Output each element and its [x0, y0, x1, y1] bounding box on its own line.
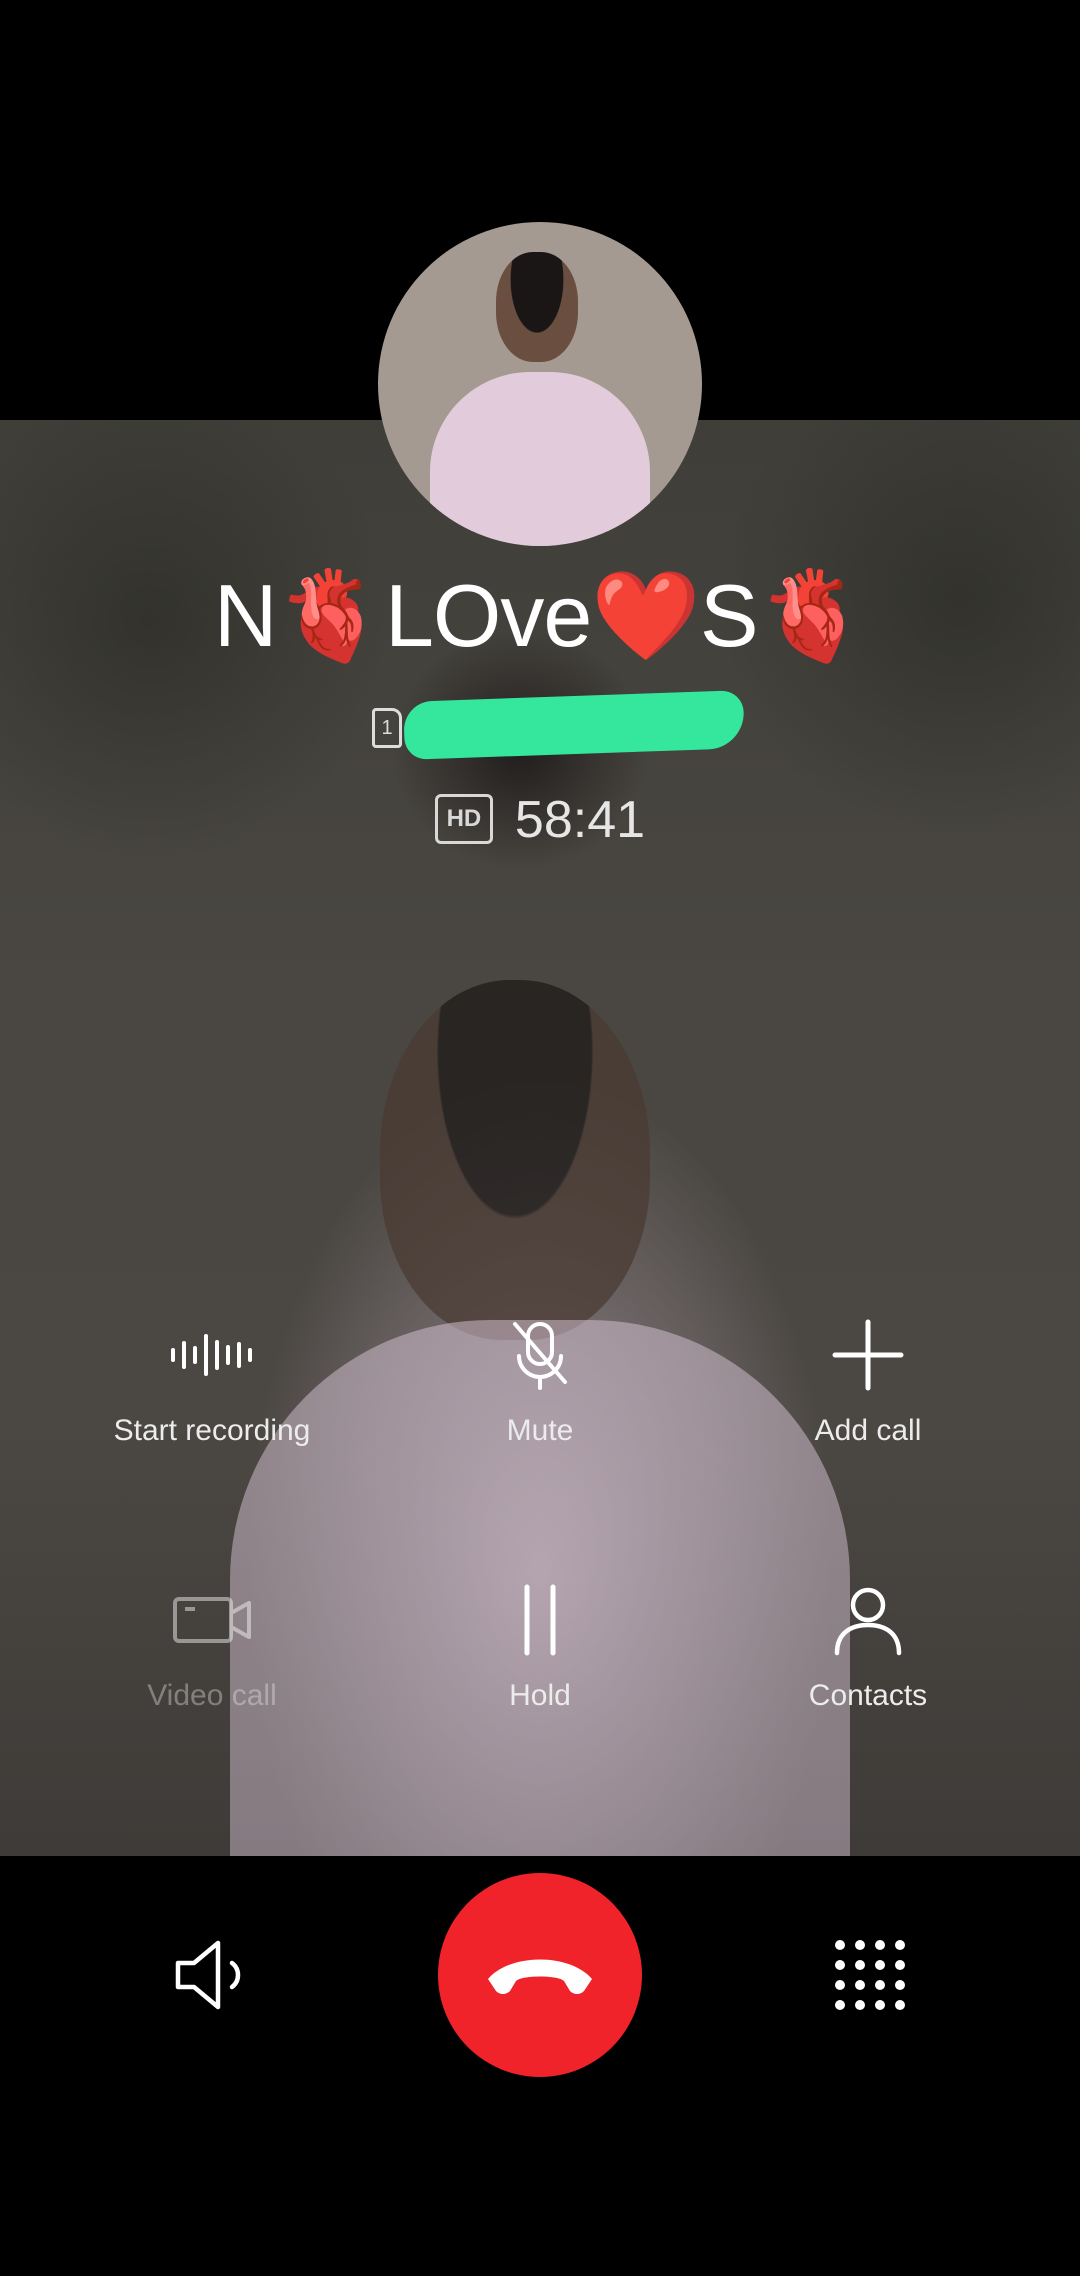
contacts-button[interactable]: Contacts: [718, 1575, 1018, 1713]
add-call-button[interactable]: Add call: [718, 1310, 1018, 1448]
video-camera-icon: [173, 1597, 251, 1643]
phone-hangup-icon: [488, 1959, 592, 1994]
hold-label: Hold: [509, 1679, 571, 1712]
hold-button[interactable]: Hold: [390, 1575, 690, 1713]
sim-card-icon: 1: [372, 708, 402, 748]
add-call-label: Add call: [814, 1414, 922, 1447]
caller-name: N🫀LOve❤️S🫀: [213, 566, 867, 665]
dialpad-icon[interactable]: [830, 1935, 910, 2015]
waveform-icon: [171, 1334, 252, 1376]
video-call-button[interactable]: Video call: [62, 1575, 362, 1713]
in-call-screen: N🫀LOve❤️S🫀 1 HD 58:41 Start recording Mu…: [0, 0, 1080, 2276]
hd-voice-badge: HD: [434, 794, 493, 845]
end-call-button[interactable]: [438, 1873, 642, 2077]
video-call-label: Video call: [147, 1679, 277, 1712]
background-person-head: [380, 980, 650, 1340]
plus-icon: [832, 1319, 904, 1391]
caller-number-row: 1: [370, 690, 750, 760]
start-recording-label: Start recording: [113, 1414, 311, 1447]
contacts-label: Contacts: [808, 1679, 928, 1712]
redacted-phone-number: [403, 690, 745, 760]
call-status-row: HD 58:41: [0, 790, 1080, 850]
call-duration: 58:41: [514, 791, 646, 849]
start-recording-button[interactable]: Start recording: [62, 1310, 362, 1448]
mute-label: Mute: [506, 1414, 574, 1447]
pause-icon: [524, 1584, 556, 1656]
speaker-icon[interactable]: [160, 1925, 260, 2025]
mic-off-icon: [513, 1322, 567, 1390]
person-icon: [834, 1587, 902, 1656]
contact-avatar: [378, 222, 702, 546]
mute-button[interactable]: Mute: [390, 1310, 690, 1448]
